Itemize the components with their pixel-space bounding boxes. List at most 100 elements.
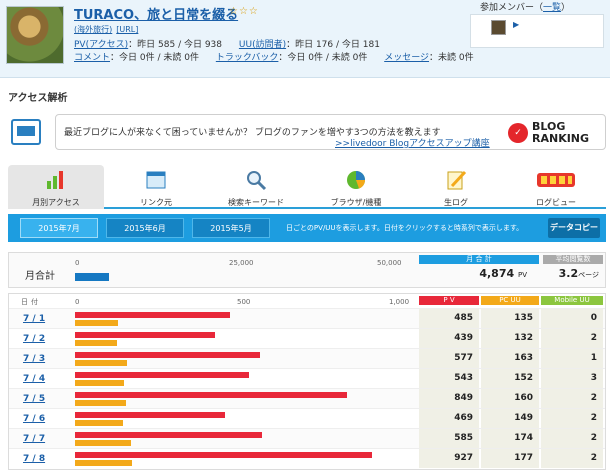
mobile-uu-cell: 3	[541, 369, 603, 388]
month-button-june[interactable]: 2015年6月	[106, 218, 184, 238]
daily-rows: 7 / 1 485 135 0 7 / 2 439 132 2 7 / 3 577 163 1 7 / …	[9, 308, 605, 470]
member-label-end: ）	[561, 3, 571, 13]
month-note: 日ごとのPV/UUを表示します。日付をクリックすると時系列で表示します。	[286, 224, 524, 232]
table-row: 7 / 6 469 149 2	[9, 408, 605, 428]
pc-uu-cell: 174	[481, 429, 539, 448]
blog-header: TURACO、旅と日常を綴る ☆☆☆ (海外旅行) [URL] PV(アクセス) ：…	[0, 0, 610, 78]
pc-uu-cell: 177	[481, 449, 539, 468]
data-copy-button[interactable]: データコピー	[548, 218, 600, 238]
analysis-tabs: 月別アクセス リンク元 検索キーワード ブラウザ/機種 生ログ ログビュー	[8, 165, 606, 209]
uu-bar	[75, 340, 117, 346]
comment-link[interactable]: コメント	[74, 53, 110, 63]
pv-cell: 849	[419, 389, 479, 408]
uu-bar	[75, 420, 123, 426]
mobile-uu-column-header: Mobile UU	[541, 296, 603, 305]
pv-bar	[75, 412, 225, 418]
comment-line: コメント：今日 0件 / 未読 0件 トラックバック：今日 0件 / 未読 0件…	[74, 50, 474, 63]
pv-cell: 585	[419, 429, 479, 448]
pc-uu-cell: 149	[481, 409, 539, 428]
url-link[interactable]: [URL]	[116, 25, 138, 34]
month-button-july[interactable]: 2015年7月	[20, 218, 98, 238]
summary-axis-max: 50,000	[377, 259, 402, 267]
pv-cell: 927	[419, 449, 479, 468]
page-title: アクセス解析	[8, 93, 68, 104]
member-list-link[interactable]: 一覧	[543, 3, 561, 13]
blog-avatar[interactable]	[6, 6, 64, 64]
pc-uu-cell: 135	[481, 309, 539, 328]
logview-icon	[537, 173, 575, 187]
uu-link[interactable]: UU(訪問者)	[239, 40, 286, 50]
message-link[interactable]: メッセージ	[384, 53, 429, 63]
category-link[interactable]: (海外旅行)	[74, 25, 112, 34]
summary-axis-mid: 25,000	[229, 259, 254, 267]
day-link[interactable]: 7 / 4	[23, 374, 45, 384]
table-row: 7 / 4 543 152 3	[9, 368, 605, 388]
daily-axis-0: 0	[75, 298, 80, 306]
blog-ranking-logo[interactable]: ✓ BLOG RANKING	[508, 121, 600, 145]
daily-table: 日付 0 500 1,000 P V PC UU Mobile UU 7 / 1…	[8, 293, 606, 470]
day-link[interactable]: 7 / 3	[23, 354, 45, 364]
pencil-icon	[447, 170, 467, 190]
pc-uu-cell: 152	[481, 369, 539, 388]
mobile-uu-cell: 2	[541, 429, 603, 448]
pie-chart-icon	[347, 171, 365, 189]
uu-bar	[75, 320, 118, 326]
day-link[interactable]: 7 / 1	[23, 314, 45, 324]
tab-log-view[interactable]: ログビュー	[508, 165, 604, 209]
promo-link[interactable]: >>livedoor Blogアクセスアップ講座	[335, 136, 490, 149]
daily-axis-mid: 500	[237, 298, 251, 306]
member-avatar-icon[interactable]	[491, 20, 506, 35]
month-button-may[interactable]: 2015年5月	[192, 218, 270, 238]
tab-raw-log-label: 生ログ	[444, 198, 468, 207]
summary-bar	[75, 273, 109, 281]
pc-uu-cell: 160	[481, 389, 539, 408]
tab-search-keywords[interactable]: 検索キーワード	[208, 165, 304, 209]
member-next-icon[interactable]: ▶	[513, 20, 519, 29]
pv-cell: 485	[419, 309, 479, 328]
date-column-header: 日付	[21, 298, 41, 306]
tab-raw-log[interactable]: 生ログ	[408, 165, 504, 209]
tab-monthly-access[interactable]: 月別アクセス	[8, 165, 104, 209]
day-link[interactable]: 7 / 5	[23, 394, 45, 404]
day-link[interactable]: 7 / 6	[23, 414, 45, 424]
comment-value: ：今日 0件 / 未読 0件	[110, 53, 199, 63]
tab-search-keywords-label: 検索キーワード	[228, 198, 284, 207]
pv-bar	[75, 312, 230, 318]
summary-pv-unit: PV	[517, 271, 527, 279]
uu-bar	[75, 400, 126, 406]
uu-bar	[75, 440, 131, 446]
pv-bar	[75, 452, 372, 458]
mobile-uu-cell: 2	[541, 389, 603, 408]
pv-bar	[75, 332, 215, 338]
pv-cell: 469	[419, 409, 479, 428]
window-icon	[146, 171, 166, 189]
summary-total-value: 4,874 PV	[419, 267, 539, 280]
trackback-link[interactable]: トラックバック	[216, 53, 279, 63]
pv-cell: 543	[419, 369, 479, 388]
promo-banner: 最近ブログに人が来なくて困っていませんか？ ブログのファンを増やす3つの方法を教…	[55, 114, 606, 150]
tab-browser[interactable]: ブラウザ/機種	[308, 165, 404, 209]
pv-bar	[75, 392, 347, 398]
pv-cell: 577	[419, 349, 479, 368]
month-selector-bar: 2015年7月 2015年6月 2015年5月 日ごとのPV/UUを表示します。…	[8, 214, 606, 242]
pv-bar	[75, 432, 262, 438]
day-link[interactable]: 7 / 2	[23, 334, 45, 344]
table-row: 7 / 7 585 174 2	[9, 428, 605, 448]
blog-title-link[interactable]: TURACO、旅と日常を綴る	[74, 4, 238, 23]
summary-total-header: 月 合 計	[419, 255, 539, 264]
ranking-logo-text: BLOG RANKING	[532, 121, 589, 145]
tab-monthly-access-label: 月別アクセス	[32, 198, 80, 207]
tab-referrers[interactable]: リンク元	[108, 165, 204, 209]
day-link[interactable]: 7 / 7	[23, 434, 45, 444]
blog-category: (海外旅行) [URL]	[74, 24, 138, 35]
uu-value: ：昨日 176 / 今日 181	[286, 40, 380, 50]
monthly-summary: 月合計 0 25,000 50,000 月 合 計 平均閲覧数 4,874 PV…	[8, 252, 606, 288]
day-link[interactable]: 7 / 8	[23, 454, 45, 464]
member-label-text: 参加メンバー（	[480, 3, 544, 13]
summary-total-pv: 4,874	[479, 267, 515, 280]
rating-stars: ☆☆☆	[229, 6, 259, 17]
summary-avg-value: 3.2ページ	[543, 267, 603, 280]
pc-uu-cell: 132	[481, 329, 539, 348]
pv-link[interactable]: PV(アクセス)	[74, 40, 128, 50]
mobile-uu-cell: 1	[541, 349, 603, 368]
